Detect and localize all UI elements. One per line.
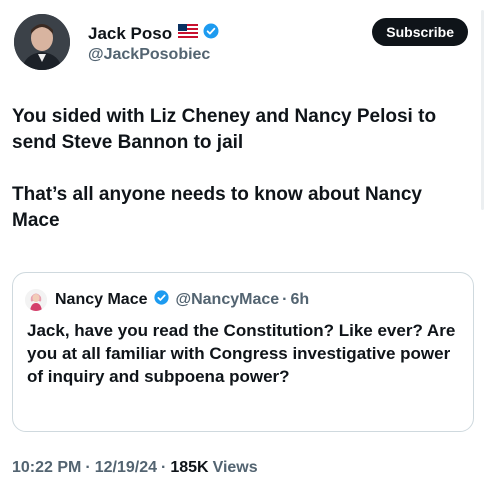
author-name-row: Jack Poso	[88, 22, 220, 45]
quoted-tweet-time[interactable]: 6h	[290, 291, 309, 309]
views-label: Views	[212, 459, 258, 476]
dot-separator: ·	[85, 459, 91, 476]
verified-badge-icon	[153, 289, 170, 311]
quoted-tweet-text: Jack, have you read the Constitution? Li…	[27, 321, 456, 386]
subscribe-button[interactable]: Subscribe	[372, 18, 468, 46]
quoted-author-name[interactable]: Nancy Mace	[55, 291, 148, 309]
scrollbar[interactable]	[481, 10, 484, 210]
tweet-time[interactable]: 10:22 PM	[12, 459, 81, 477]
dot-separator: ·	[160, 459, 167, 476]
us-flag-icon	[178, 24, 199, 43]
author-handle[interactable]: @JackPosobiec	[88, 46, 210, 64]
dot-separator: ·	[282, 291, 288, 308]
tweet-paragraph: You sided with Liz Cheney and Nancy Pelo…	[12, 106, 437, 153]
quoted-author-avatar[interactable]	[25, 289, 47, 311]
tweet-meta: 10:22 PM · 12/19/24 · 185K Views	[12, 459, 258, 477]
author-avatar[interactable]	[14, 14, 70, 70]
quoted-tweet[interactable]: Nancy Mace @NancyMace · 6h Jack, have yo…	[12, 272, 474, 432]
tweet-date[interactable]: 12/19/24	[95, 459, 157, 477]
tweet-header: Jack Poso @JackPosobiec Subscribe	[10, 14, 476, 74]
tweet-body: You sided with Liz Cheney and Nancy Pelo…	[12, 104, 472, 234]
quoted-tweet-header: Nancy Mace @NancyMace · 6h	[25, 289, 309, 311]
tweet-paragraph: That’s all anyone needs to know about Na…	[12, 184, 422, 231]
quoted-author-handle[interactable]: @NancyMace	[176, 291, 280, 309]
views-count: 185K	[170, 459, 209, 476]
verified-badge-icon	[202, 22, 220, 45]
author-display-name[interactable]: Jack Poso	[88, 24, 172, 44]
